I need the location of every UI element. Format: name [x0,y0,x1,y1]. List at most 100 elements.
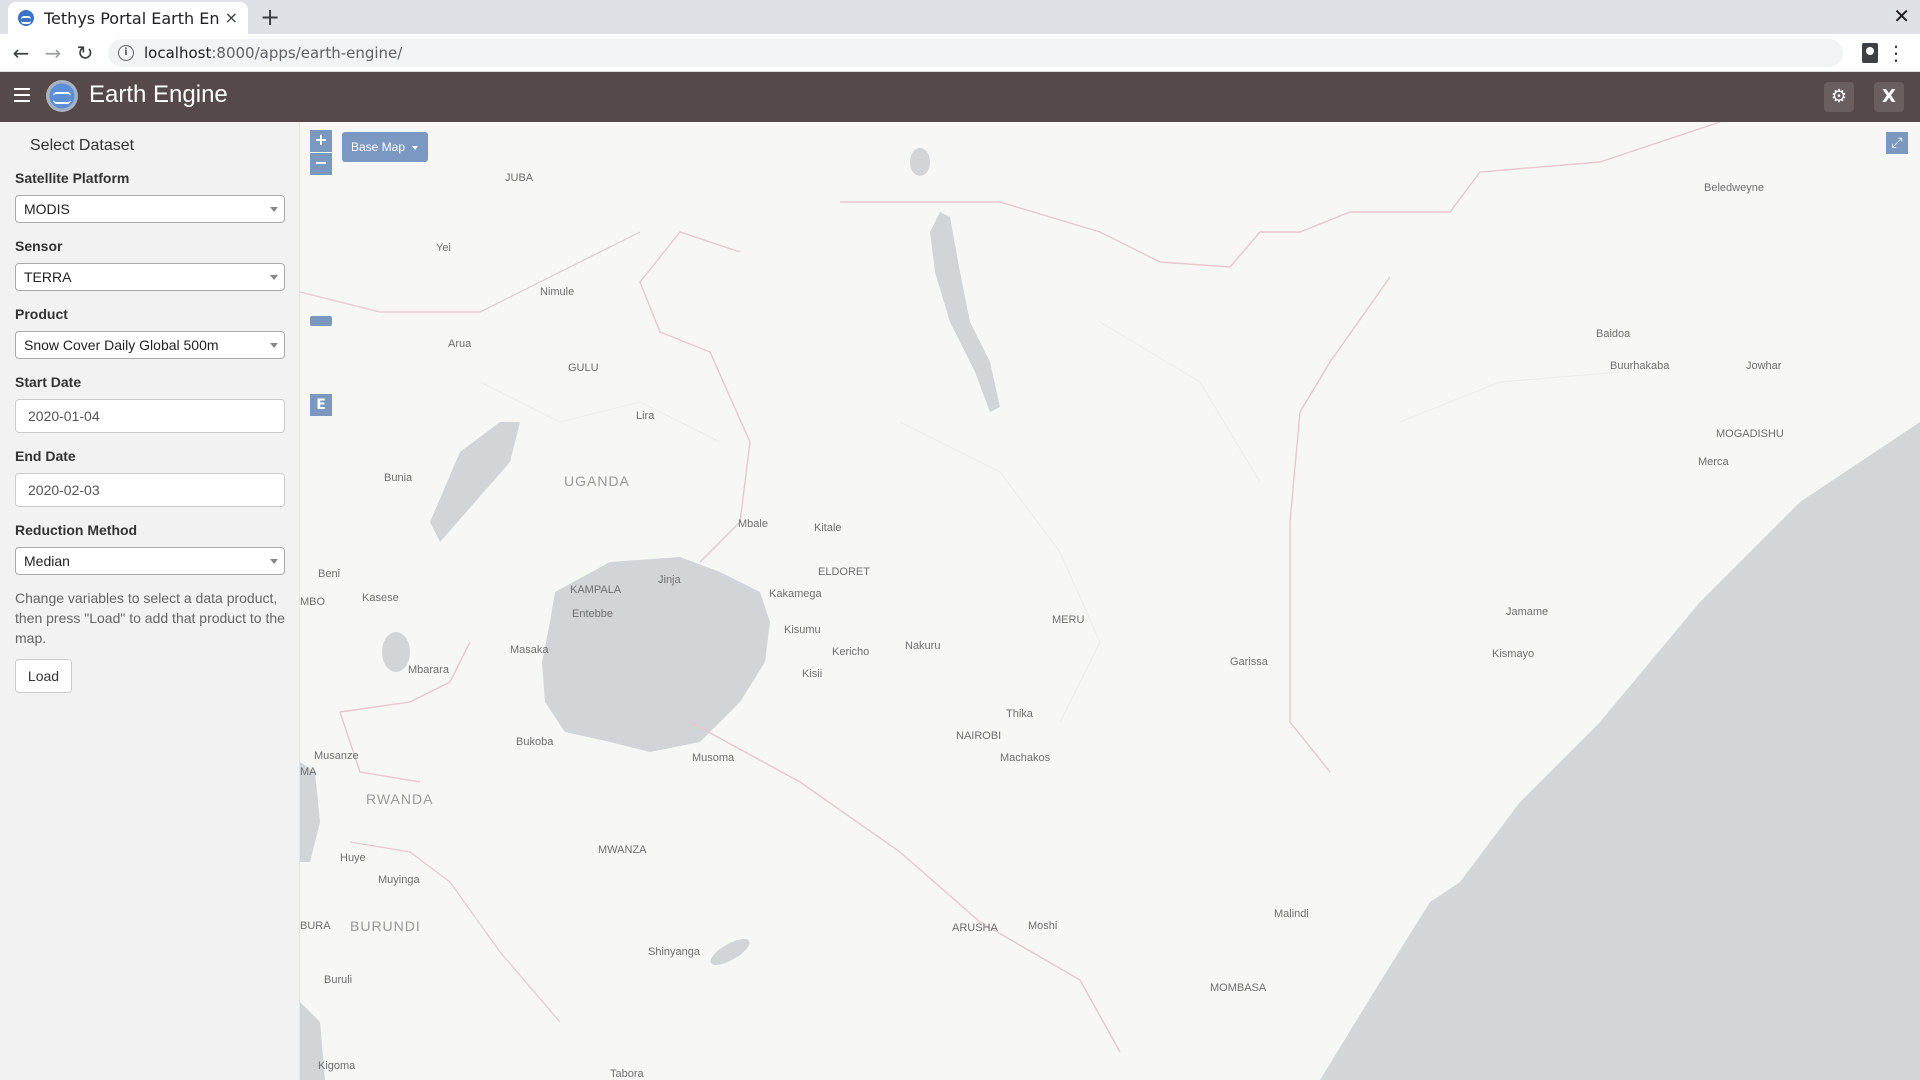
reload-icon[interactable]: ↻ [72,40,98,66]
tab-title: Tethys Portal Earth Engine [44,8,219,28]
browser-menu-icon[interactable]: ⋮ [1886,40,1906,66]
chevron-down-icon [270,343,278,348]
lake-turkana [930,212,1000,412]
product-select[interactable]: Snow Cover Daily Global 500m [15,331,285,359]
city-label: ELDORET [818,566,870,578]
border-uganda-kenya [639,231,751,563]
settings-gear-icon[interactable]: ⚙ [1824,82,1854,112]
start-date-input[interactable]: 2020-01-04 [15,399,285,433]
city-label: MERU [1052,614,1085,626]
city-label: MOMBASA [1210,982,1267,994]
city-label: KAMPALA [570,584,622,596]
base-map-dropdown[interactable]: Base Map [342,132,428,162]
city-label: MOGADISHU [1716,428,1784,440]
chevron-down-icon [270,275,278,280]
city-label: Kismayo [1492,648,1535,660]
layer-slider-handle[interactable] [310,316,332,326]
browser-toolbar: ← → ↻ i localhost:8000/apps/earth-engine… [0,34,1920,72]
city-label: Baidoa [1596,328,1631,340]
city-label: Moshi [1028,920,1058,932]
zoom-in-button[interactable]: + [310,130,332,152]
city-label: Malindi [1274,908,1309,920]
profile-icon[interactable] [1862,43,1878,63]
new-tab-button[interactable]: + [260,4,280,30]
tethys-logo-icon [46,80,78,112]
url-host: localhost [144,44,212,62]
country-label: UGANDA [564,473,630,489]
e-control-button[interactable]: E [310,394,332,416]
reduction-select[interactable]: Median [15,547,285,575]
city-label: Jamame [1506,606,1549,618]
exit-app-button[interactable]: X [1874,82,1904,112]
help-text: Change variables to select a data produc… [15,590,285,646]
city-label: Lira [636,410,655,422]
city-label: Huye [340,852,366,864]
city-label: Kericho [832,646,870,658]
back-arrow-icon[interactable]: ← [8,40,34,66]
city-label: Jowhar [1746,360,1782,372]
tab-close-icon[interactable]: × [225,10,238,26]
app-title: Earth Engine [89,81,228,108]
border-kenya-tanzania [689,721,1121,1053]
platform-select[interactable]: MODIS [15,195,285,223]
city-label: Kigoma [318,1060,356,1072]
city-label: Beledweyne [1704,182,1764,194]
sensor-value: TERRA [24,269,72,285]
product-value: Snow Cover Daily Global 500m [24,337,219,353]
city-label: Kakamega [769,588,822,600]
info-icon[interactable]: i [118,45,134,61]
city-label: Beni [318,568,341,580]
end-date-label: End Date [15,448,76,464]
city-label: MBO [300,596,326,608]
map-view[interactable]: + − Base Map E ⤢ UGANDA RWANDA BURUNDI J… [300,122,1920,1080]
fullscreen-button[interactable]: ⤢ [1886,132,1908,154]
sensor-label: Sensor [15,238,63,254]
sidebar: Select Dataset Satellite Platform MODIS … [0,122,300,1080]
city-label: Kisumu [784,624,821,636]
city-label: Nimule [540,286,575,298]
city-label: Muyinga [378,874,420,886]
city-label: Buruli [324,974,353,986]
end-date-input[interactable]: 2020-02-03 [15,473,285,507]
city-label: MWANZA [598,844,647,856]
hamburger-menu-icon[interactable] [14,88,30,102]
sidebar-heading: Select Dataset [30,137,135,154]
sensor-select[interactable]: TERRA [15,263,285,291]
start-date-label: Start Date [15,374,82,390]
city-label: Machakos [1000,752,1051,764]
platform-label: Satellite Platform [15,170,130,186]
city-label: Mbarara [408,664,449,676]
city-label: GULU [568,362,599,374]
address-bar[interactable]: i localhost:8000/apps/earth-engine/ [108,39,1843,67]
zoom-out-button[interactable]: − [310,153,332,175]
city-label: Masaka [510,644,549,656]
city-label: NAIROBI [956,730,1002,742]
country-label: RWANDA [366,791,434,807]
browser-tab[interactable]: Tethys Portal Earth Engine × [8,2,248,34]
forward-arrow-icon[interactable]: → [40,40,66,66]
city-label: Bunia [384,472,413,484]
city-label: Bukoba [516,736,554,748]
city-label: Kisii [802,668,823,680]
city-label: Arua [448,338,472,350]
city-label: Musanze [314,750,359,762]
url-text: localhost:8000/apps/earth-engine/ [144,44,402,62]
city-label: Tabora [610,1068,644,1080]
city-label: BURA [300,920,331,932]
lake-albert [430,422,520,542]
border-kenya-somalia [1289,276,1391,773]
chevron-down-icon [270,559,278,564]
tethys-favicon-icon [18,10,34,26]
city-label: Entebbe [572,608,613,620]
city-label: Musoma [692,752,735,764]
border-south-sudan [300,231,641,313]
city-label: MA [300,766,317,778]
country-label: BURUNDI [350,918,421,934]
map-canvas [300,122,1920,1080]
city-label: Merca [1698,456,1729,468]
load-button[interactable]: Load [15,659,72,693]
window-close-button[interactable]: ✕ [1893,4,1910,28]
city-label: JUBA [505,172,534,184]
city-label: Mbale [738,518,768,530]
city-label: Shinyanga [648,946,700,958]
